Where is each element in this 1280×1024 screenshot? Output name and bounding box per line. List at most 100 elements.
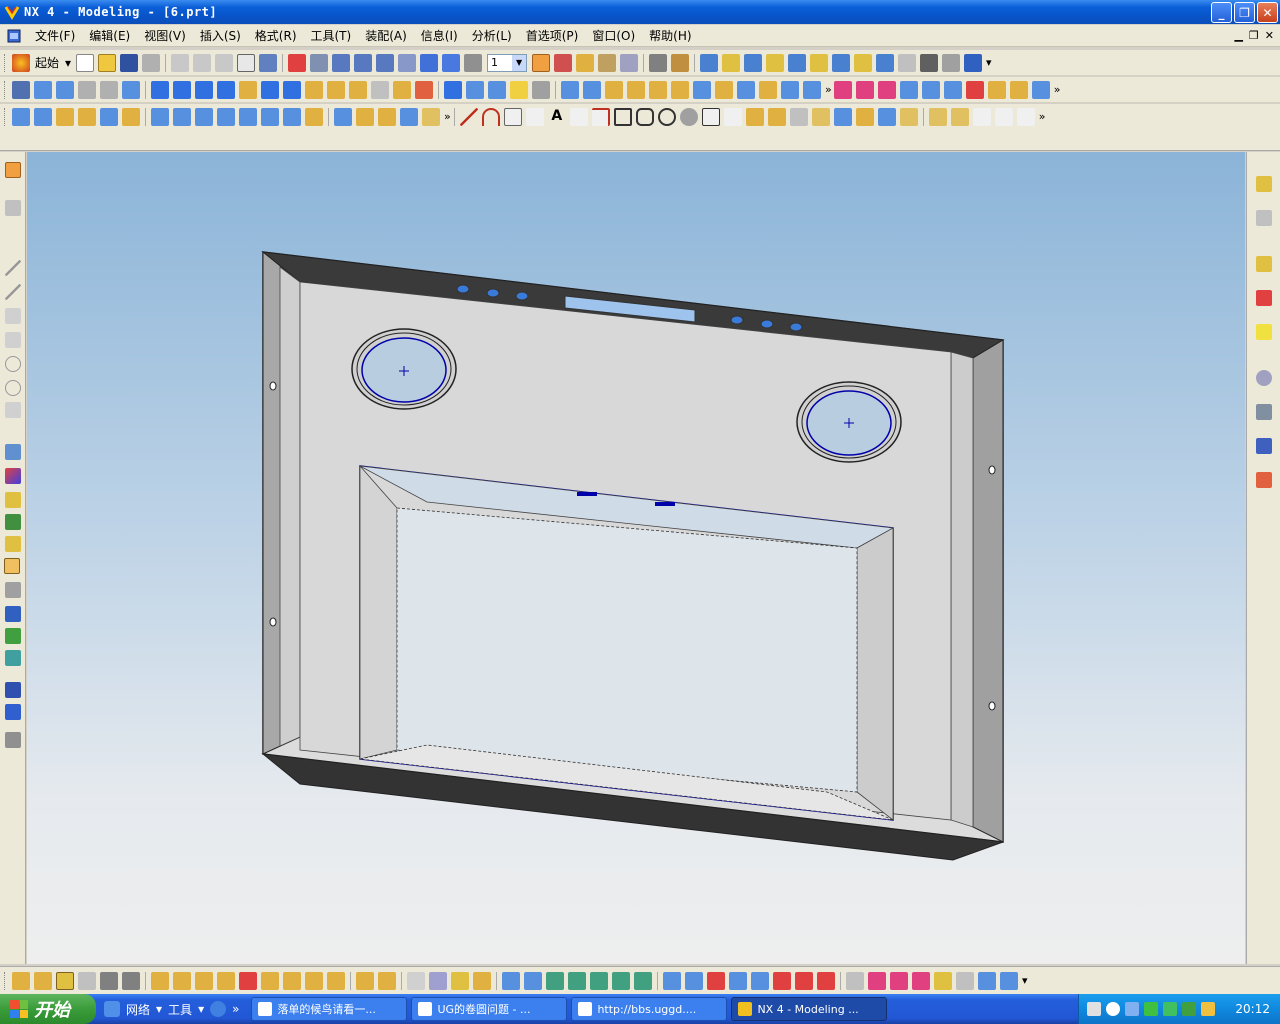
smooth-poles-icon[interactable] [817,971,835,990]
sketch-tool-icon[interactable] [5,200,21,216]
chain-blend-icon[interactable] [261,107,279,126]
boundary-icon[interactable] [795,971,813,990]
soft-blend-icon[interactable] [173,107,191,126]
attach-icon[interactable] [451,971,469,990]
toolbar-grip[interactable] [4,53,7,72]
unite-icon[interactable] [151,80,169,99]
split-body-icon[interactable] [371,80,389,99]
through-curves-icon[interactable] [583,80,601,99]
copy-object-icon[interactable] [429,971,447,990]
snap-point-icon[interactable] [928,107,947,126]
fit-view-icon[interactable] [288,53,307,72]
menu-window[interactable]: 窗口(O) [585,27,642,44]
zoom-area-icon[interactable] [310,53,329,72]
taskbar-button-2[interactable]: UG的卷圆问题 - ... [411,997,568,1021]
wcs-rotate-icon[interactable] [56,971,74,990]
taskbar-button-4[interactable]: NX 4 - Modeling ... [731,997,888,1021]
taskbar-button-1[interactable]: 落单的候鸟请看一... [251,997,408,1021]
start-dropdown-icon[interactable]: ▾ [65,56,71,70]
menu-tools[interactable]: 工具(T) [304,27,359,44]
mdi-close-icon[interactable]: ✕ [1265,29,1274,42]
ellipse-icon[interactable] [657,107,676,126]
analysis-icon[interactable] [942,53,961,72]
menu-view[interactable]: 视图(V) [137,27,193,44]
extrude-icon[interactable] [722,53,741,72]
slot-icon[interactable] [876,53,895,72]
wcs-dynamics-icon[interactable] [34,971,52,990]
help-icon[interactable] [1256,324,1272,340]
measure-angle-icon[interactable] [671,53,690,72]
trimmed-sheet-icon[interactable] [781,80,799,99]
expression-icon[interactable] [356,971,374,990]
extract-curve-icon[interactable] [921,80,940,99]
minimize-button[interactable]: _ [1211,2,1232,23]
rotate-icon[interactable] [376,53,395,72]
layer-settings-icon[interactable] [598,53,617,72]
paste-icon[interactable] [215,53,234,72]
studio-icon[interactable] [5,628,21,644]
wcs-save-icon[interactable] [122,971,140,990]
datum-point-icon[interactable] [283,971,301,990]
hole-icon[interactable] [788,53,807,72]
polygon-icon[interactable] [635,107,654,126]
free-form-icon[interactable] [561,80,579,99]
revolve-icon[interactable] [744,53,763,72]
join-curve-icon[interactable] [767,107,786,126]
point-constructor-icon[interactable] [151,971,169,990]
antivirus-icon[interactable] [1144,1002,1158,1016]
pad-icon[interactable] [854,53,873,72]
cone-icon[interactable] [78,80,96,99]
quick-trim-icon[interactable] [972,107,991,126]
spline-tool-icon[interactable] [5,308,21,324]
helix-icon[interactable] [1009,80,1028,99]
menu-preferences[interactable]: 首选项(P) [519,27,586,44]
menu-analysis[interactable]: 分析(L) [465,27,519,44]
crosshair-tool-icon[interactable] [5,402,21,418]
wcs-display-icon[interactable] [100,971,118,990]
extension-icon[interactable] [737,80,755,99]
shell-icon[interactable] [261,80,279,99]
volume-icon[interactable] [1182,1002,1196,1016]
mirror-icon[interactable] [122,107,140,126]
snap-icon[interactable] [554,53,573,72]
trim-corner-icon[interactable] [811,107,830,126]
variable-icon[interactable] [978,971,996,990]
trim-body-icon[interactable] [349,80,367,99]
edge-blend-icon[interactable] [217,80,235,99]
datum-csys-icon[interactable] [261,971,279,990]
part-navigator-icon[interactable] [12,80,30,99]
measure-distance-icon[interactable] [649,53,668,72]
normal-reverse-icon[interactable] [773,971,791,990]
bounded-plane-icon[interactable] [627,80,645,99]
keyboard-icon[interactable] [1087,1002,1101,1016]
datum-plane-tool-icon[interactable] [327,971,345,990]
ellipse-tool-icon[interactable] [5,380,21,396]
sphere-feature-icon[interactable] [510,80,528,99]
isoparametric-icon[interactable] [965,80,984,99]
text-icon[interactable]: A [548,108,566,126]
toolbar-overflow-icon[interactable]: ▾ [986,56,992,69]
menu-format[interactable]: 格式(R) [248,27,304,44]
instance-icon[interactable] [415,80,433,99]
replace-feature-icon[interactable] [590,971,608,990]
update-icon[interactable] [1201,1002,1215,1016]
arc-icon[interactable] [481,107,500,126]
open-file-icon[interactable] [98,53,117,72]
clock-icon[interactable] [1256,370,1272,386]
chevron-down-icon[interactable]: ▾ [156,1002,162,1016]
swept-icon[interactable] [649,80,667,99]
change-stiffness-icon[interactable] [729,971,747,990]
rectangle-icon[interactable] [613,107,632,126]
mass-properties-icon[interactable] [1000,971,1018,990]
law-curve-icon[interactable] [1031,80,1050,99]
offset-curve-icon[interactable] [701,107,720,126]
thicken-icon[interactable] [803,80,821,99]
datum-plane-icon[interactable] [532,80,550,99]
cone-feature-icon[interactable] [488,80,506,99]
select-curve-icon[interactable] [12,107,30,126]
revolve-body-icon[interactable] [466,80,484,99]
print-icon[interactable] [142,53,161,72]
wcs-orient-icon[interactable] [78,971,96,990]
face-curve-icon[interactable] [78,107,96,126]
graphics-window[interactable] [27,152,1245,964]
